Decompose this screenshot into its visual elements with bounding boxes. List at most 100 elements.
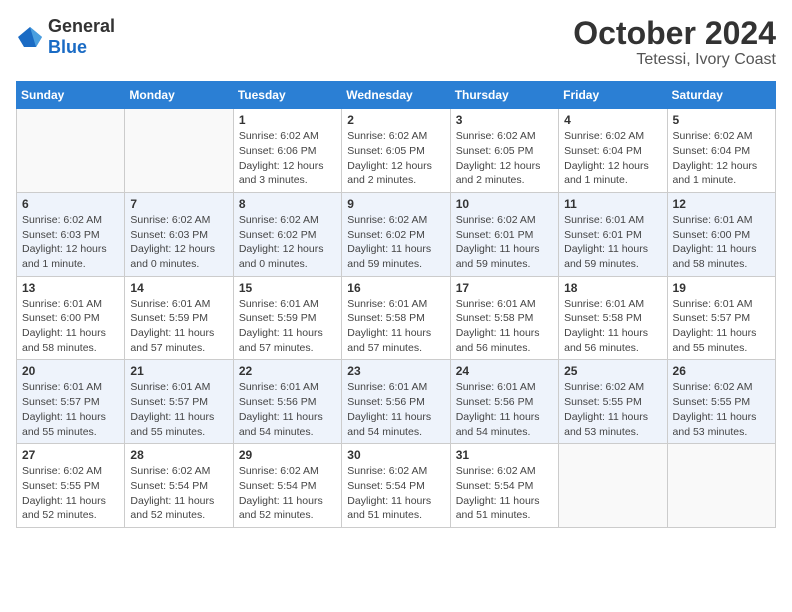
day-number: 24 [456,364,553,378]
day-info: Sunrise: 6:01 AMSunset: 5:58 PMDaylight:… [564,297,661,356]
calendar-cell: 1 Sunrise: 6:02 AMSunset: 6:06 PMDaylight… [233,109,341,193]
day-info: Sunrise: 6:02 AMSunset: 6:03 PMDaylight:… [130,213,227,272]
day-info: Sunrise: 6:01 AMSunset: 5:58 PMDaylight:… [456,297,553,356]
day-info: Sunrise: 6:02 AMSunset: 5:55 PMDaylight:… [564,380,661,439]
calendar-cell: 16 Sunrise: 6:01 AMSunset: 5:58 PMDayligh… [342,276,450,360]
day-number: 16 [347,281,444,295]
calendar-cell: 4 Sunrise: 6:02 AMSunset: 6:04 PMDaylight… [559,109,667,193]
day-number: 27 [22,448,119,462]
day-info: Sunrise: 6:02 AMSunset: 5:54 PMDaylight:… [130,464,227,523]
calendar-cell: 26 Sunrise: 6:02 AMSunset: 5:55 PMDayligh… [667,360,775,444]
day-info: Sunrise: 6:02 AMSunset: 6:06 PMDaylight:… [239,129,336,188]
day-number: 13 [22,281,119,295]
calendar-row: 27 Sunrise: 6:02 AMSunset: 5:55 PMDayligh… [17,444,776,528]
day-number: 10 [456,197,553,211]
day-number: 28 [130,448,227,462]
calendar-cell: 10 Sunrise: 6:02 AMSunset: 6:01 PMDayligh… [450,192,558,276]
calendar-row: 6 Sunrise: 6:02 AMSunset: 6:03 PMDaylight… [17,192,776,276]
day-number: 5 [673,113,770,127]
day-info: Sunrise: 6:02 AMSunset: 6:01 PMDaylight:… [456,213,553,272]
day-number: 4 [564,113,661,127]
day-info: Sunrise: 6:02 AMSunset: 5:55 PMDaylight:… [673,380,770,439]
page-header: General Blue October 2024 Tetessi, Ivory… [16,16,776,69]
day-info: Sunrise: 6:01 AMSunset: 5:56 PMDaylight:… [456,380,553,439]
day-number: 15 [239,281,336,295]
day-info: Sunrise: 6:02 AMSunset: 5:55 PMDaylight:… [22,464,119,523]
calendar-cell [667,444,775,528]
day-number: 29 [239,448,336,462]
calendar-cell: 30 Sunrise: 6:02 AMSunset: 5:54 PMDayligh… [342,444,450,528]
day-number: 26 [673,364,770,378]
calendar-cell: 15 Sunrise: 6:01 AMSunset: 5:59 PMDayligh… [233,276,341,360]
day-number: 9 [347,197,444,211]
day-number: 30 [347,448,444,462]
calendar-cell: 5Sunrise: 6:02 AMSunset: 6:04 PMDaylight… [667,109,775,193]
calendar-cell: 22Sunrise: 6:01 AMSunset: 5:56 PMDayligh… [233,360,341,444]
weekday-header: Friday [559,82,667,109]
day-number: 7 [130,197,227,211]
day-number: 3 [456,113,553,127]
day-number: 1 [239,113,336,127]
day-info: Sunrise: 6:01 AMSunset: 5:59 PMDaylight:… [130,297,227,356]
day-info: Sunrise: 6:02 AMSunset: 6:04 PMDaylight:… [564,129,661,188]
day-info: Sunrise: 6:01 AMSunset: 6:00 PMDaylight:… [22,297,119,356]
logo-text: General Blue [48,16,115,58]
weekday-header: Wednesday [342,82,450,109]
day-number: 6 [22,197,119,211]
day-number: 2 [347,113,444,127]
day-info: Sunrise: 6:02 AMSunset: 5:54 PMDaylight:… [239,464,336,523]
day-number: 20 [22,364,119,378]
day-info: Sunrise: 6:02 AMSunset: 6:02 PMDaylight:… [239,213,336,272]
weekday-header: Saturday [667,82,775,109]
day-info: Sunrise: 6:01 AMSunset: 5:56 PMDaylight:… [347,380,444,439]
day-info: Sunrise: 6:01 AMSunset: 5:59 PMDaylight:… [239,297,336,356]
title-block: October 2024 Tetessi, Ivory Coast [573,16,776,69]
calendar-cell: 6 Sunrise: 6:02 AMSunset: 6:03 PMDaylight… [17,192,125,276]
day-number: 18 [564,281,661,295]
day-number: 14 [130,281,227,295]
calendar-cell: 24 Sunrise: 6:01 AMSunset: 5:56 PMDayligh… [450,360,558,444]
calendar-cell: 3 Sunrise: 6:02 AMSunset: 6:05 PMDaylight… [450,109,558,193]
location: Tetessi, Ivory Coast [573,51,776,69]
logo: General Blue [16,16,115,58]
logo-icon [16,23,44,51]
weekday-header: Tuesday [233,82,341,109]
day-info: Sunrise: 6:01 AMSunset: 5:57 PMDaylight:… [673,297,770,356]
weekday-header: Sunday [17,82,125,109]
calendar-cell: 19Sunrise: 6:01 AMSunset: 5:57 PMDayligh… [667,276,775,360]
day-info: Sunrise: 6:01 AMSunset: 5:57 PMDaylight:… [22,380,119,439]
day-info: Sunrise: 6:02 AMSunset: 6:05 PMDaylight:… [456,129,553,188]
day-number: 12 [673,197,770,211]
calendar-header-row: SundayMondayTuesdayWednesdayThursdayFrid… [17,82,776,109]
day-info: Sunrise: 6:02 AMSunset: 5:54 PMDaylight:… [347,464,444,523]
day-info: Sunrise: 6:02 AMSunset: 5:54 PMDaylight:… [456,464,553,523]
calendar-cell: 17Sunrise: 6:01 AMSunset: 5:58 PMDayligh… [450,276,558,360]
calendar-cell: 20 Sunrise: 6:01 AMSunset: 5:57 PMDayligh… [17,360,125,444]
day-info: Sunrise: 6:02 AMSunset: 6:03 PMDaylight:… [22,213,119,272]
calendar-cell: 14 Sunrise: 6:01 AMSunset: 5:59 PMDayligh… [125,276,233,360]
day-info: Sunrise: 6:01 AMSunset: 6:01 PMDaylight:… [564,213,661,272]
calendar-cell: 2 Sunrise: 6:02 AMSunset: 6:05 PMDaylight… [342,109,450,193]
calendar-cell: 8Sunrise: 6:02 AMSunset: 6:02 PMDaylight… [233,192,341,276]
calendar-cell: 7 Sunrise: 6:02 AMSunset: 6:03 PMDaylight… [125,192,233,276]
calendar-cell: 27 Sunrise: 6:02 AMSunset: 5:55 PMDayligh… [17,444,125,528]
calendar-cell: 28 Sunrise: 6:02 AMSunset: 5:54 PMDayligh… [125,444,233,528]
calendar-cell [559,444,667,528]
day-number: 11 [564,197,661,211]
day-info: Sunrise: 6:02 AMSunset: 6:05 PMDaylight:… [347,129,444,188]
calendar-cell: 31Sunrise: 6:02 AMSunset: 5:54 PMDayligh… [450,444,558,528]
day-info: Sunrise: 6:02 AMSunset: 6:02 PMDaylight:… [347,213,444,272]
weekday-header: Thursday [450,82,558,109]
day-number: 23 [347,364,444,378]
day-info: Sunrise: 6:01 AMSunset: 5:56 PMDaylight:… [239,380,336,439]
calendar-cell [125,109,233,193]
calendar-row: 20 Sunrise: 6:01 AMSunset: 5:57 PMDayligh… [17,360,776,444]
calendar-cell: 25Sunrise: 6:02 AMSunset: 5:55 PMDayligh… [559,360,667,444]
day-info: Sunrise: 6:01 AMSunset: 6:00 PMDaylight:… [673,213,770,272]
weekday-header: Monday [125,82,233,109]
month-title: October 2024 [573,16,776,51]
calendar-row: 1 Sunrise: 6:02 AMSunset: 6:06 PMDaylight… [17,109,776,193]
day-info: Sunrise: 6:01 AMSunset: 5:58 PMDaylight:… [347,297,444,356]
day-number: 21 [130,364,227,378]
calendar-cell: 29 Sunrise: 6:02 AMSunset: 5:54 PMDayligh… [233,444,341,528]
